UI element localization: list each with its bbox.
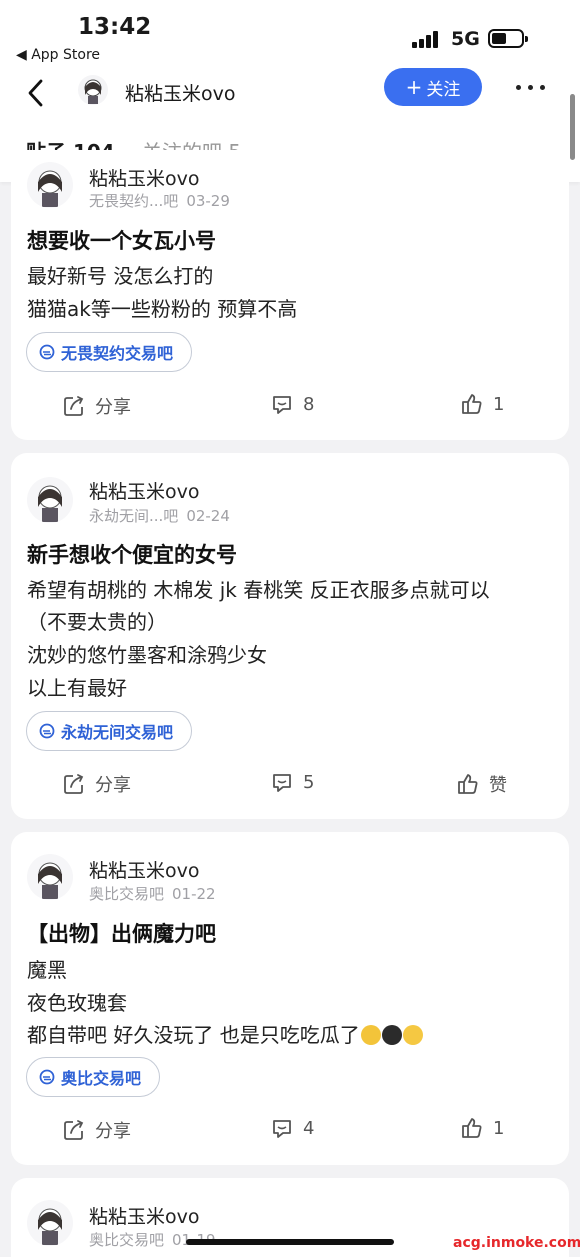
share-label: 分享 — [95, 397, 131, 418]
forum-name[interactable]: 奥比交易吧 — [89, 1231, 164, 1249]
comment-icon — [273, 774, 291, 792]
share-button[interactable]: 分享 — [63, 393, 131, 419]
post-card[interactable]: 粘粘玉米ovo 永劫无间...吧 02-24 新手想收个便宜的女号 希望有胡桃的 … — [11, 453, 569, 819]
astonished-emoji-icon — [402, 1025, 423, 1045]
forum-name[interactable]: 永劫无间...吧 — [89, 507, 178, 525]
post-date: 03-29 — [186, 192, 230, 210]
crying-laughing-emoji-icon — [360, 1025, 381, 1045]
forum-name[interactable]: 奥比交易吧 — [89, 885, 164, 903]
follow-label: 关注 — [426, 79, 461, 100]
thumbs-up-icon — [458, 774, 478, 794]
post-body-line: 以上有最好 — [27, 676, 127, 700]
forum-tag-icon — [39, 1069, 55, 1085]
share-icon — [64, 774, 84, 794]
back-to-app-link[interactable]: ◀ App Store — [16, 47, 100, 63]
comment-icon — [273, 1120, 291, 1138]
profile-header: 粘粘玉米ovo + 关注 — [0, 68, 580, 118]
comment-button[interactable]: 4 — [271, 1117, 314, 1139]
forum-tag-label: 永劫无间交易吧 — [61, 723, 174, 742]
plus-icon: + — [405, 75, 423, 99]
post-body-line: 魔黑 — [27, 958, 67, 982]
comment-count: 5 — [303, 771, 315, 793]
like-button[interactable]: 1 — [461, 393, 504, 415]
post-body-line: 沈妙的悠竹墨客和涂鸦少女 — [27, 643, 267, 667]
like-button[interactable]: 赞 — [457, 771, 507, 797]
network-type: 5G — [451, 28, 480, 50]
back-arrow-icon[interactable] — [24, 78, 48, 108]
battery-icon — [488, 29, 528, 48]
like-count: 1 — [493, 1117, 505, 1139]
status-bar: 13:42 ◀ App Store 5G — [0, 0, 580, 68]
post-body-line: 猫猫ak等一些粉粉的 预算不高 — [27, 297, 298, 321]
comment-count: 4 — [303, 1117, 315, 1139]
more-options-icon[interactable] — [514, 82, 548, 94]
follow-button[interactable]: + 关注 — [384, 68, 482, 106]
watermark: acg.inmoke.com — [453, 1235, 580, 1251]
like-button[interactable]: 1 — [461, 1117, 504, 1139]
post-card[interactable]: 粘粘玉米ovo 奥比交易吧 01-22 【出物】出俩魔力吧 魔黑 夜色玫瑰套 都自… — [11, 832, 569, 1165]
author-avatar[interactable] — [27, 477, 73, 523]
forum-tag[interactable]: 永劫无间交易吧 — [26, 711, 193, 751]
home-indicator[interactable] — [186, 1239, 394, 1245]
post-body-line: （不要太贵的） — [27, 610, 167, 634]
forum-tag-label: 无畏契约交易吧 — [61, 344, 174, 363]
comment-button[interactable]: 8 — [271, 393, 314, 415]
forum-tag[interactable]: 无畏契约交易吧 — [26, 332, 193, 372]
forum-tag[interactable]: 奥比交易吧 — [26, 1057, 161, 1097]
grimacing-emoji-icon — [381, 1025, 402, 1045]
post-card[interactable]: 粘粘玉米ovo 无畏契约...吧 03-29 想要收一个女瓦小号 最好新号 没怎么… — [11, 150, 569, 440]
like-count: 1 — [493, 393, 505, 415]
forum-tag-label: 奥比交易吧 — [61, 1069, 142, 1088]
share-label: 分享 — [95, 1121, 131, 1142]
author-name[interactable]: 粘粘玉米ovo — [89, 477, 200, 504]
author-avatar[interactable] — [27, 854, 73, 900]
cellular-signal-icon — [412, 30, 442, 48]
share-icon — [64, 396, 84, 416]
share-button[interactable]: 分享 — [63, 771, 131, 797]
author-name[interactable]: 粘粘玉米ovo — [89, 1202, 200, 1229]
post-title[interactable]: 新手想收个便宜的女号 — [27, 539, 237, 569]
share-label: 分享 — [95, 775, 131, 796]
post-body-line: 最好新号 没怎么打的 — [27, 264, 214, 288]
forum-name[interactable]: 无畏契约...吧 — [89, 192, 178, 210]
clock: 13:42 — [78, 14, 152, 40]
post-body-line: 希望有胡桃的 木棉发 jk 春桃笑 反正衣服多点就可以 — [27, 578, 490, 602]
scrollbar[interactable] — [570, 94, 575, 160]
author-name[interactable]: 粘粘玉米ovo — [89, 856, 200, 883]
post-meta: 无畏契约...吧 03-29 — [89, 190, 230, 211]
post-body-text: 都自带吧 好久没玩了 也是只吃吃瓜了 — [27, 1023, 360, 1047]
author-avatar[interactable] — [27, 162, 73, 208]
like-label: 赞 — [489, 775, 507, 796]
post-meta: 奥比交易吧 01-22 — [89, 883, 216, 904]
share-icon — [64, 1120, 84, 1140]
share-button[interactable]: 分享 — [63, 1117, 131, 1143]
post-meta: 永劫无间...吧 02-24 — [89, 505, 230, 526]
post-title[interactable]: 【出物】出俩魔力吧 — [27, 918, 216, 948]
thumbs-up-icon — [462, 1118, 482, 1138]
post-title[interactable]: 想要收一个女瓦小号 — [27, 225, 216, 255]
forum-tag-icon — [39, 723, 55, 739]
post-body-line: 都自带吧 好久没玩了 也是只吃吃瓜了 — [27, 1019, 423, 1048]
post-body-line: 夜色玫瑰套 — [27, 991, 127, 1015]
comment-icon — [273, 396, 291, 414]
thumbs-up-icon — [462, 394, 482, 414]
author-name[interactable]: 粘粘玉米ovo — [89, 164, 200, 191]
post-date: 02-24 — [186, 507, 230, 525]
post-date: 01-22 — [172, 885, 216, 903]
forum-tag-icon — [39, 344, 55, 360]
header-username: 粘粘玉米ovo — [125, 83, 236, 105]
comment-count: 8 — [303, 393, 315, 415]
author-avatar[interactable] — [27, 1200, 73, 1246]
comment-button[interactable]: 5 — [271, 771, 314, 793]
header-avatar[interactable] — [78, 75, 108, 105]
